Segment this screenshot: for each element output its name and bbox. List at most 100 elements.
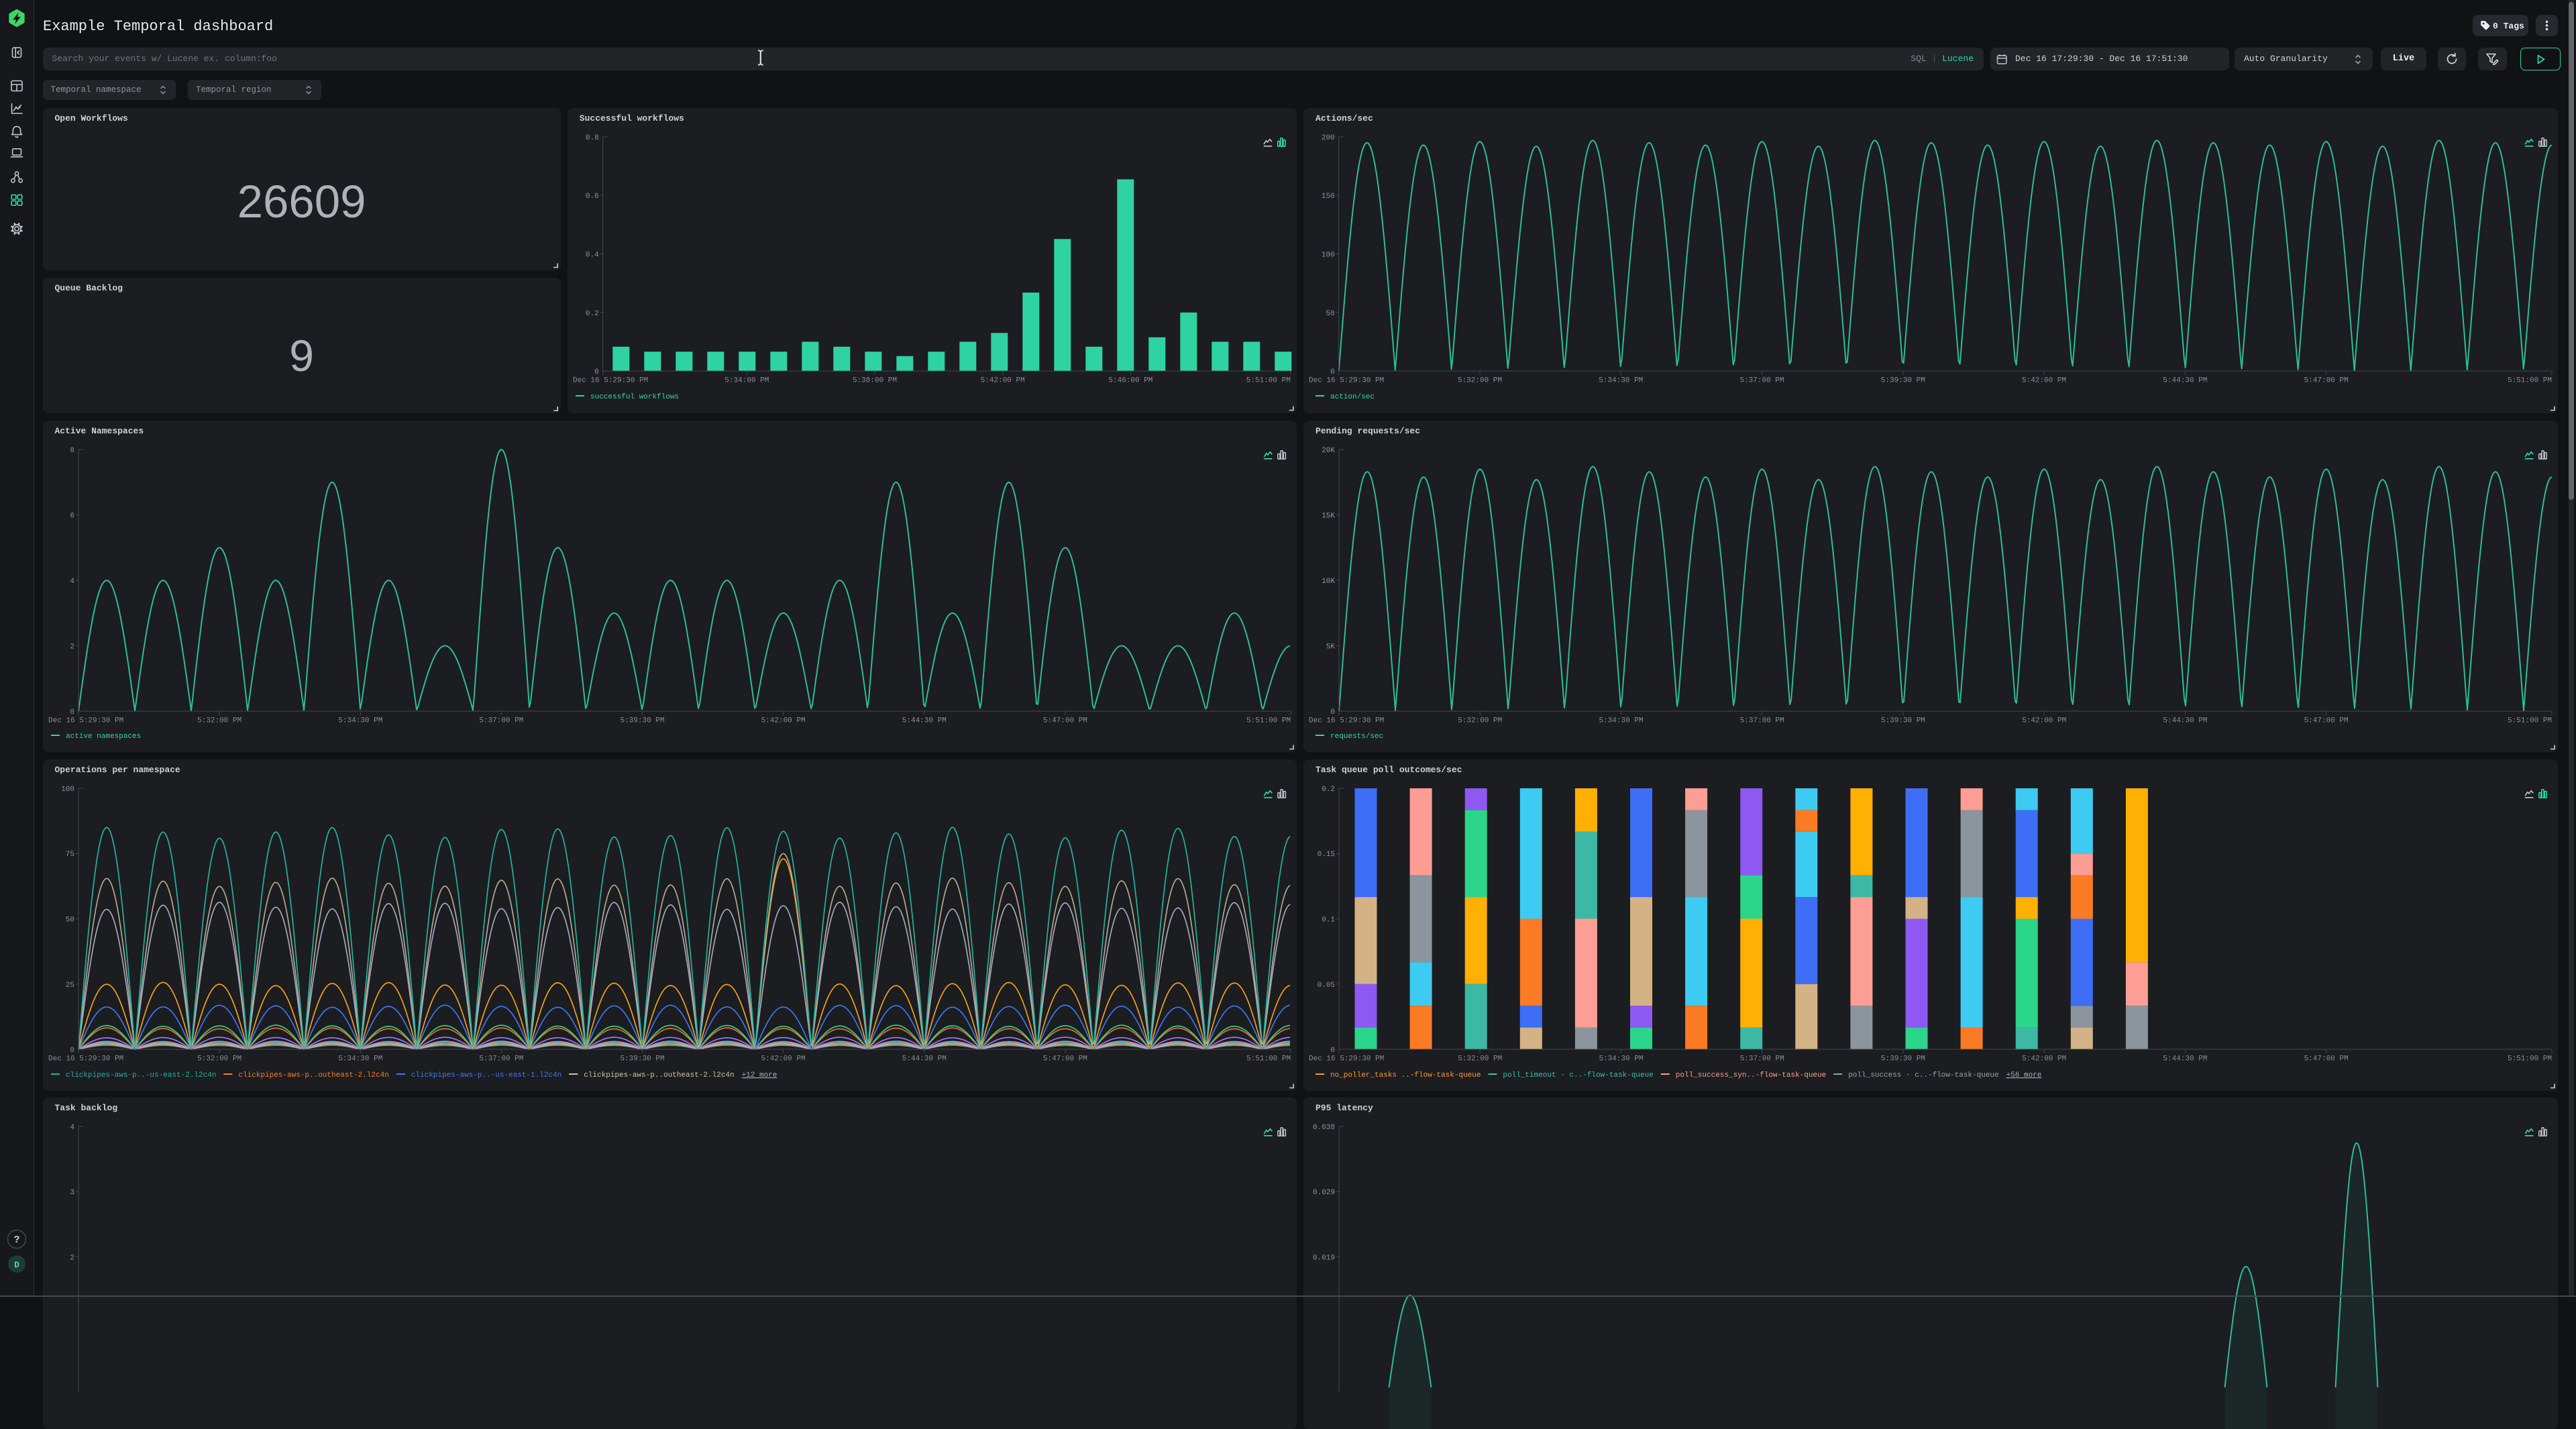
svg-text:5:51:00 PM: 5:51:00 PM xyxy=(1246,717,1291,725)
svg-text:0: 0 xyxy=(1330,368,1335,376)
svg-text:5:32:00 PM: 5:32:00 PM xyxy=(1458,1055,1502,1063)
svg-text:100: 100 xyxy=(61,786,74,794)
svg-text:5:39:30 PM: 5:39:30 PM xyxy=(1881,377,1925,385)
svg-text:50: 50 xyxy=(65,916,74,924)
svg-text:0.029: 0.029 xyxy=(1313,1189,1335,1197)
svg-text:5:44:30 PM: 5:44:30 PM xyxy=(2163,1055,2207,1063)
svg-text:clickpipes-aws-p..outheast-2.l: clickpipes-aws-p..outheast-2.l2c4n xyxy=(238,1071,388,1079)
svg-text:200: 200 xyxy=(1322,134,1335,142)
svg-text:5:32:00 PM: 5:32:00 PM xyxy=(1458,717,1502,725)
svg-text:4: 4 xyxy=(70,578,74,586)
svg-text:5:34:30 PM: 5:34:30 PM xyxy=(338,717,382,725)
svg-text:5:47:00 PM: 5:47:00 PM xyxy=(1042,717,1087,725)
svg-text:poll_success_syn..-flow-task-q: poll_success_syn..-flow-task-queue xyxy=(1676,1071,1826,1079)
svg-text:0: 0 xyxy=(1330,708,1335,717)
svg-text:5K: 5K xyxy=(1326,643,1336,651)
svg-text:10K: 10K xyxy=(1322,578,1335,586)
svg-text:5:37:00 PM: 5:37:00 PM xyxy=(1740,1055,1784,1063)
svg-text:Dec 16 5:29:30 PM: Dec 16 5:29:30 PM xyxy=(1309,717,1384,725)
svg-text:5:47:00 PM: 5:47:00 PM xyxy=(1042,1055,1087,1063)
svg-text:5:39:30 PM: 5:39:30 PM xyxy=(620,717,664,725)
svg-text:5:42:00 PM: 5:42:00 PM xyxy=(2022,1055,2066,1063)
svg-text:0.2: 0.2 xyxy=(586,310,599,318)
svg-text:8: 8 xyxy=(70,447,74,455)
svg-text:?: ? xyxy=(13,1234,19,1246)
svg-text:5:46:00 PM: 5:46:00 PM xyxy=(1108,377,1152,385)
svg-text:+56 more: +56 more xyxy=(2006,1071,2042,1079)
svg-text:5:44:30 PM: 5:44:30 PM xyxy=(902,1055,946,1063)
svg-text:5:37:00 PM: 5:37:00 PM xyxy=(1740,717,1784,725)
svg-text:no_poller_tasks ..-flow-task-q: no_poller_tasks ..-flow-task-queue xyxy=(1330,1071,1481,1079)
svg-text:25: 25 xyxy=(65,982,74,990)
svg-text:5:44:30 PM: 5:44:30 PM xyxy=(902,717,946,725)
svg-text:5:32:00 PM: 5:32:00 PM xyxy=(1458,377,1502,385)
svg-text:5:42:00 PM: 5:42:00 PM xyxy=(980,377,1024,385)
svg-text:6: 6 xyxy=(70,513,74,521)
svg-text:5:47:00 PM: 5:47:00 PM xyxy=(2304,1055,2349,1063)
svg-text:0.038: 0.038 xyxy=(1313,1124,1335,1132)
svg-text:75: 75 xyxy=(65,851,74,859)
svg-text:150: 150 xyxy=(1322,193,1335,201)
svg-text:active namespaces: active namespaces xyxy=(66,733,141,741)
svg-text:Dec 16 5:29:30 PM: Dec 16 5:29:30 PM xyxy=(1309,377,1384,385)
svg-text:successful workflows: successful workflows xyxy=(590,393,679,401)
svg-text:2: 2 xyxy=(70,643,74,651)
svg-text:5:37:00 PM: 5:37:00 PM xyxy=(479,1055,523,1063)
svg-text:5:32:00 PM: 5:32:00 PM xyxy=(197,1055,241,1063)
svg-text:5:51:00 PM: 5:51:00 PM xyxy=(2508,717,2552,725)
svg-text:5:34:30 PM: 5:34:30 PM xyxy=(1599,377,1643,385)
svg-text:0: 0 xyxy=(1330,1047,1335,1055)
svg-text:D: D xyxy=(14,1260,19,1270)
svg-text:5:37:00 PM: 5:37:00 PM xyxy=(479,717,523,725)
svg-text:5:42:00 PM: 5:42:00 PM xyxy=(761,1055,805,1063)
svg-text:5:39:30 PM: 5:39:30 PM xyxy=(1881,717,1925,725)
svg-text:0.2: 0.2 xyxy=(1322,786,1335,794)
svg-text:5:51:00 PM: 5:51:00 PM xyxy=(2508,1055,2552,1063)
svg-text:20K: 20K xyxy=(1322,447,1335,455)
svg-text:5:51:00 PM: 5:51:00 PM xyxy=(2508,377,2552,385)
svg-text:5:42:00 PM: 5:42:00 PM xyxy=(761,717,805,725)
svg-text:Dec 16 5:29:30 PM: Dec 16 5:29:30 PM xyxy=(48,1055,123,1063)
svg-text:5:38:00 PM: 5:38:00 PM xyxy=(853,377,897,385)
svg-text:5:37:00 PM: 5:37:00 PM xyxy=(1739,377,1784,385)
svg-text:Dec 16 5:29:30 PM: Dec 16 5:29:30 PM xyxy=(573,377,648,385)
svg-text:5:34:30 PM: 5:34:30 PM xyxy=(338,1055,382,1063)
svg-text:0 Tags: 0 Tags xyxy=(2493,21,2524,32)
svg-text:clickpipes-aws-p..-us-east-2.l: clickpipes-aws-p..-us-east-2.l2c4n xyxy=(66,1071,216,1079)
svg-text:0.4: 0.4 xyxy=(586,252,599,260)
svg-text:5:47:00 PM: 5:47:00 PM xyxy=(2304,377,2349,385)
svg-text:5:39:30 PM: 5:39:30 PM xyxy=(1881,1055,1925,1063)
svg-text:5:34:30 PM: 5:34:30 PM xyxy=(1599,717,1643,725)
svg-text:5:51:00 PM: 5:51:00 PM xyxy=(1246,377,1291,385)
svg-text:5:34:00 PM: 5:34:00 PM xyxy=(724,377,769,385)
svg-text:Dec 16 5:29:30 PM: Dec 16 5:29:30 PM xyxy=(48,717,123,725)
svg-text:0: 0 xyxy=(70,1047,74,1055)
svg-text:5:47:00 PM: 5:47:00 PM xyxy=(2304,717,2349,725)
svg-text:0.8: 0.8 xyxy=(586,134,599,142)
svg-text:0.6: 0.6 xyxy=(586,193,599,201)
svg-text:0.1: 0.1 xyxy=(1322,916,1335,924)
svg-text:15K: 15K xyxy=(1322,513,1335,521)
svg-text:0: 0 xyxy=(70,708,74,717)
svg-text:5:44:30 PM: 5:44:30 PM xyxy=(2163,717,2207,725)
svg-text:5:32:00 PM: 5:32:00 PM xyxy=(197,717,241,725)
svg-text:5:42:00 PM: 5:42:00 PM xyxy=(2022,377,2066,385)
svg-text:5:34:30 PM: 5:34:30 PM xyxy=(1599,1055,1643,1063)
svg-text:5:39:30 PM: 5:39:30 PM xyxy=(620,1055,664,1063)
svg-text:clickpipes-aws-p..-us-east-1.l: clickpipes-aws-p..-us-east-1.l2c4n xyxy=(411,1071,561,1079)
svg-text:50: 50 xyxy=(1326,310,1334,318)
svg-text:+12 more: +12 more xyxy=(741,1071,777,1079)
svg-text:Dec 16 5:29:30 PM: Dec 16 5:29:30 PM xyxy=(1309,1055,1384,1063)
svg-text:4: 4 xyxy=(70,1124,74,1132)
svg-text:2: 2 xyxy=(70,1255,74,1263)
svg-text:100: 100 xyxy=(1322,252,1335,260)
svg-text:0: 0 xyxy=(594,368,599,376)
svg-text:requests/sec: requests/sec xyxy=(1330,733,1383,741)
svg-text:0.05: 0.05 xyxy=(1318,982,1335,990)
svg-text:0.019: 0.019 xyxy=(1313,1255,1335,1263)
svg-text:action/sec: action/sec xyxy=(1330,393,1375,401)
svg-text:poll_timeout · c..-flow-task-q: poll_timeout · c..-flow-task-queue xyxy=(1503,1071,1653,1079)
svg-text:poll_success · c..-flow-task-q: poll_success · c..-flow-task-queue xyxy=(1848,1071,1998,1079)
svg-text:0.15: 0.15 xyxy=(1318,851,1335,859)
svg-text:3: 3 xyxy=(70,1189,74,1197)
